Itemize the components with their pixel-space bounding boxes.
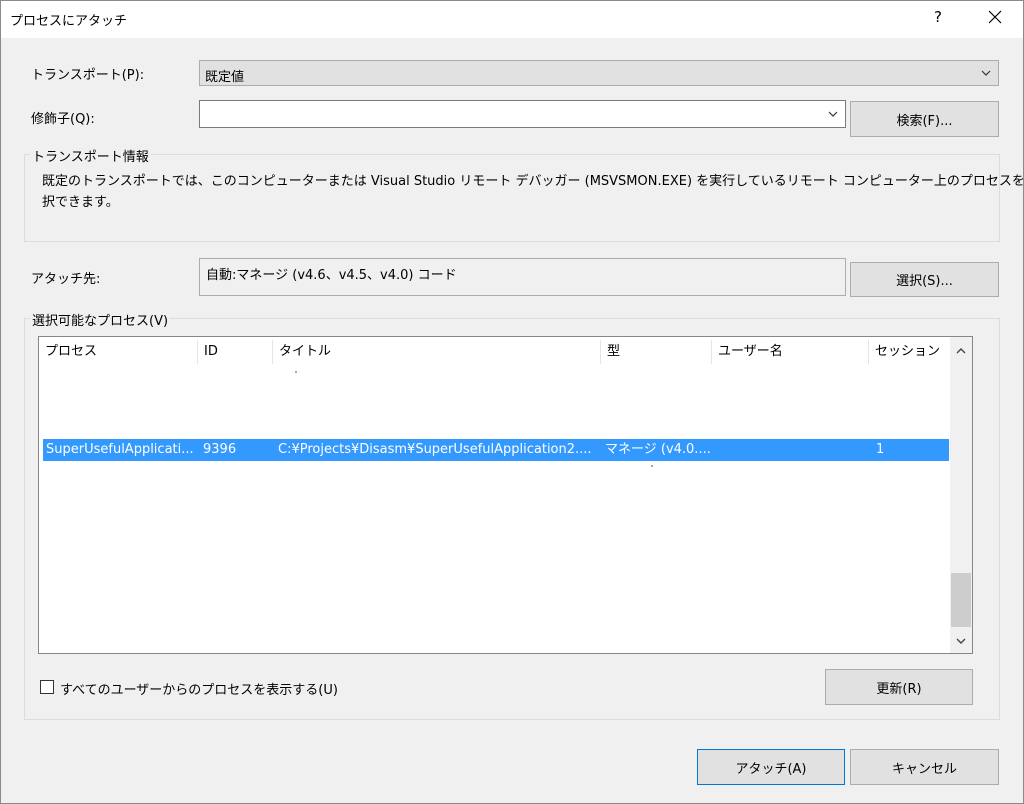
cell-type: マネージ (v4.0.... (605, 442, 711, 457)
transport-combobox[interactable]: 既定値 (199, 60, 999, 86)
column-header-session[interactable]: セッション (869, 337, 949, 367)
transport-label: トランスポート(P): (31, 68, 145, 83)
dialog-title: プロセスにアタッチ (10, 14, 128, 29)
cancel-button[interactable]: キャンセル (850, 749, 999, 785)
process-list[interactable]: プロセス ID タイトル 型 ユーザー名 セッション SuperUsefulAp… (38, 336, 973, 654)
find-button[interactable]: 検索(F)... (850, 101, 999, 137)
row-artifact (295, 371, 297, 373)
cell-session: 1 (876, 442, 885, 457)
scroll-up-icon[interactable] (955, 345, 967, 360)
transport-info-text-line2: 択できます。 (42, 195, 119, 210)
processes-group-label: 選択可能なプロセス(V) (30, 310, 171, 329)
scrollbar-thumb[interactable] (951, 573, 971, 627)
cell-id: 9396 (203, 442, 237, 457)
transport-info-text-line1: 既定のトランスポートでは、このコンピューターまたは Visual Studio … (42, 174, 1024, 189)
title-bar (0, 0, 1024, 38)
qualifier-combobox[interactable] (199, 100, 846, 128)
table-row-selected[interactable]: SuperUsefulApplicati... 9396 C:¥Projects… (43, 439, 949, 461)
cell-process: SuperUsefulApplicati... (46, 442, 194, 457)
show-all-users-label[interactable]: すべてのユーザーからのプロセスを表示する(U) (60, 679, 338, 698)
column-header-title[interactable]: タイトル (273, 337, 600, 367)
help-button[interactable]: ? (928, 8, 948, 26)
attach-to-value: 自動:マネージ (v4.6、v4.5、v4.0) コード (206, 268, 457, 283)
refresh-button[interactable]: 更新(R) (825, 669, 973, 705)
show-all-users-checkbox[interactable] (40, 680, 54, 694)
qualifier-label: 修飾子(Q): (31, 112, 95, 127)
attach-to-field: 自動:マネージ (v4.6、v4.5、v4.0) コード (199, 258, 846, 296)
chevron-down-icon (980, 67, 992, 83)
select-button[interactable]: 選択(S)... (850, 262, 999, 297)
scroll-down-icon[interactable] (955, 635, 967, 650)
column-header-type[interactable]: 型 (601, 337, 711, 367)
attach-button[interactable]: アタッチ(A) (697, 749, 845, 785)
close-icon (988, 10, 1002, 24)
attach-to-label: アタッチ先: (31, 272, 101, 287)
transport-info-group (24, 154, 1000, 242)
chevron-down-icon[interactable] (827, 108, 839, 124)
cell-title: C:¥Projects¥Disasm¥SuperUsefulApplicatio… (278, 442, 592, 457)
row-artifact (651, 465, 653, 467)
transport-info-label: トランスポート情報 (30, 146, 151, 165)
column-header-id[interactable]: ID (198, 337, 272, 367)
cell-user (715, 439, 865, 461)
close-button[interactable] (983, 4, 1007, 30)
list-header: プロセス ID タイトル 型 ユーザー名 セッション (39, 337, 949, 367)
vertical-scrollbar[interactable] (950, 337, 972, 653)
column-header-user[interactable]: ユーザー名 (712, 337, 868, 367)
transport-value: 既定値 (205, 70, 245, 85)
column-header-process[interactable]: プロセス (39, 337, 197, 367)
